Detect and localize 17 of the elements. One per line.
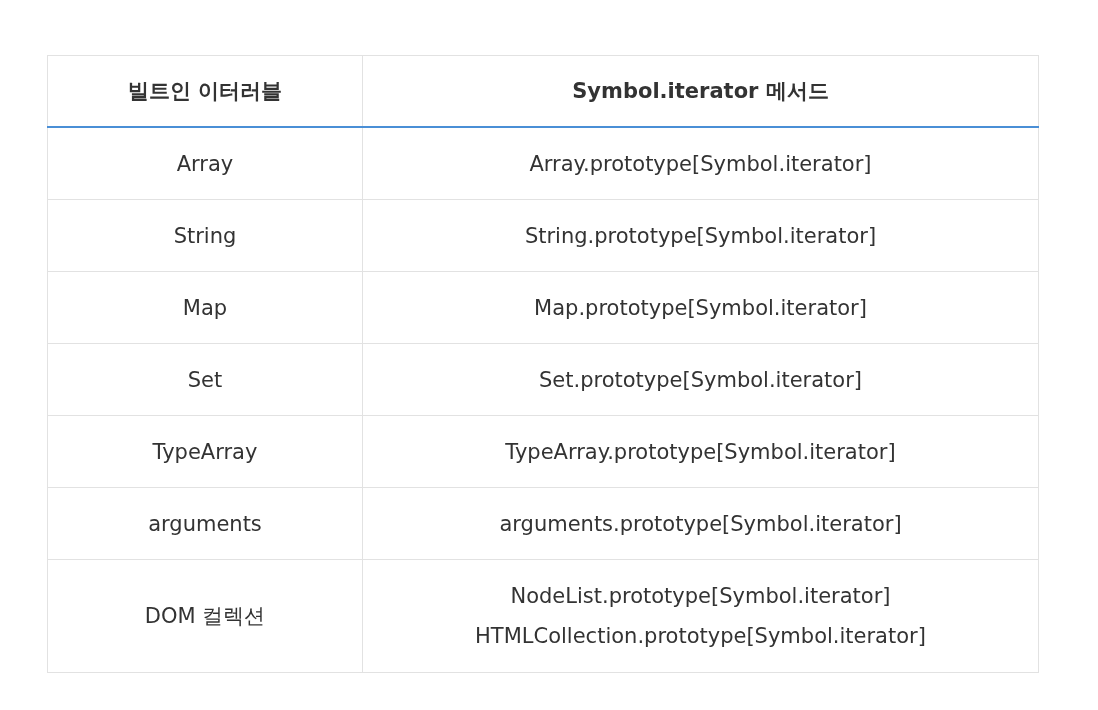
- table-cell: Set: [47, 343, 363, 416]
- method-text: TypeArray.prototype[Symbol.iterator]: [504, 438, 897, 466]
- method-text: HTMLCollection.prototype[Symbol.iterator]: [474, 623, 927, 650]
- method-text: String.prototype[Symbol.iterator]: [523, 222, 878, 250]
- table-cell: Map: [47, 271, 363, 344]
- method-text: Map.prototype[Symbol.iterator]: [533, 294, 868, 322]
- column-header: Symbol.iterator 메서드: [362, 55, 1039, 127]
- table-cell: DOM 컬렉션: [47, 559, 363, 673]
- table-cell: Array: [47, 127, 363, 200]
- table-cell: TypeArray: [47, 415, 363, 488]
- table-cell: arguments: [47, 487, 363, 560]
- table-cell: String: [47, 199, 363, 272]
- method-text: arguments.prototype[Symbol.iterator]: [498, 510, 903, 538]
- column-header: 빌트인 이터러블: [47, 55, 363, 127]
- method-text: Array.prototype[Symbol.iterator]: [528, 150, 873, 178]
- method-text: Set.prototype[Symbol.iterator]: [538, 366, 863, 394]
- method-text: NodeList.prototype[Symbol.iterator]: [509, 583, 892, 610]
